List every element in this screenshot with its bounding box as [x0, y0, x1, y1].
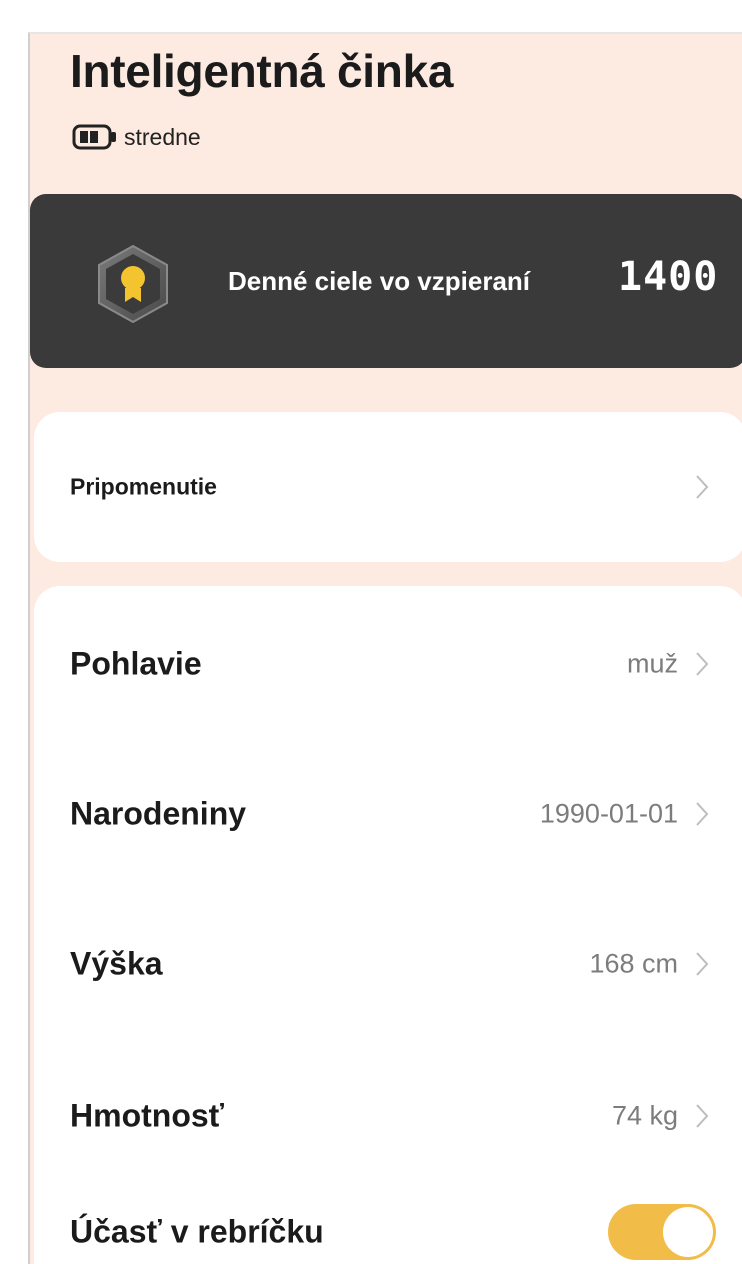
weight-row[interactable]: Hmotnosť 74 kg: [34, 1076, 742, 1156]
profile-card: Pohlavie muž Narodeniny 1990-01-01 Výška…: [34, 586, 742, 1264]
weight-value: 74 kg: [611, 1100, 678, 1131]
daily-goal-banner[interactable]: Denné ciele vo vzpieraní 1400: [30, 194, 742, 368]
reminder-card[interactable]: Pripomenutie: [34, 412, 742, 562]
chevron-right-icon: [696, 1104, 709, 1128]
height-row[interactable]: Výška 168 cm: [34, 924, 742, 1004]
daily-goal-label: Denné ciele vo vzpieraní: [228, 266, 531, 296]
height-value: 168 cm: [589, 948, 678, 979]
medal-badge-icon: [98, 244, 168, 324]
app-screen: Inteligentná činka stredne Denné ciele v…: [28, 32, 742, 1264]
gender-row[interactable]: Pohlavie muž: [34, 624, 742, 704]
leaderboard-label: Účasť v rebríčku: [70, 1213, 324, 1250]
birthday-row[interactable]: Narodeniny 1990-01-01: [34, 774, 742, 854]
birthday-value: 1990-01-01: [539, 798, 678, 829]
gender-value: muž: [626, 648, 678, 679]
weight-label: Hmotnosť: [70, 1097, 224, 1134]
height-label: Výška: [70, 945, 163, 982]
battery-medium-icon: [72, 124, 116, 150]
toggle-knob: [663, 1207, 713, 1257]
chevron-right-icon: [696, 475, 709, 499]
gender-label: Pohlavie: [70, 645, 202, 682]
chevron-right-icon: [696, 952, 709, 976]
battery-status: stredne: [72, 122, 201, 152]
page-title: Inteligentná činka: [70, 45, 454, 97]
reminder-row[interactable]: Pripomenutie: [34, 447, 742, 527]
chevron-right-icon: [696, 802, 709, 826]
reminder-label: Pripomenutie: [70, 473, 217, 500]
leaderboard-toggle[interactable]: [608, 1204, 716, 1260]
daily-goal-value: 1400: [618, 254, 719, 300]
leaderboard-row: Účasť v rebríčku: [34, 1192, 742, 1264]
birthday-label: Narodeniny: [70, 795, 247, 832]
battery-status-text: stredne: [124, 123, 201, 150]
chevron-right-icon: [696, 652, 709, 676]
